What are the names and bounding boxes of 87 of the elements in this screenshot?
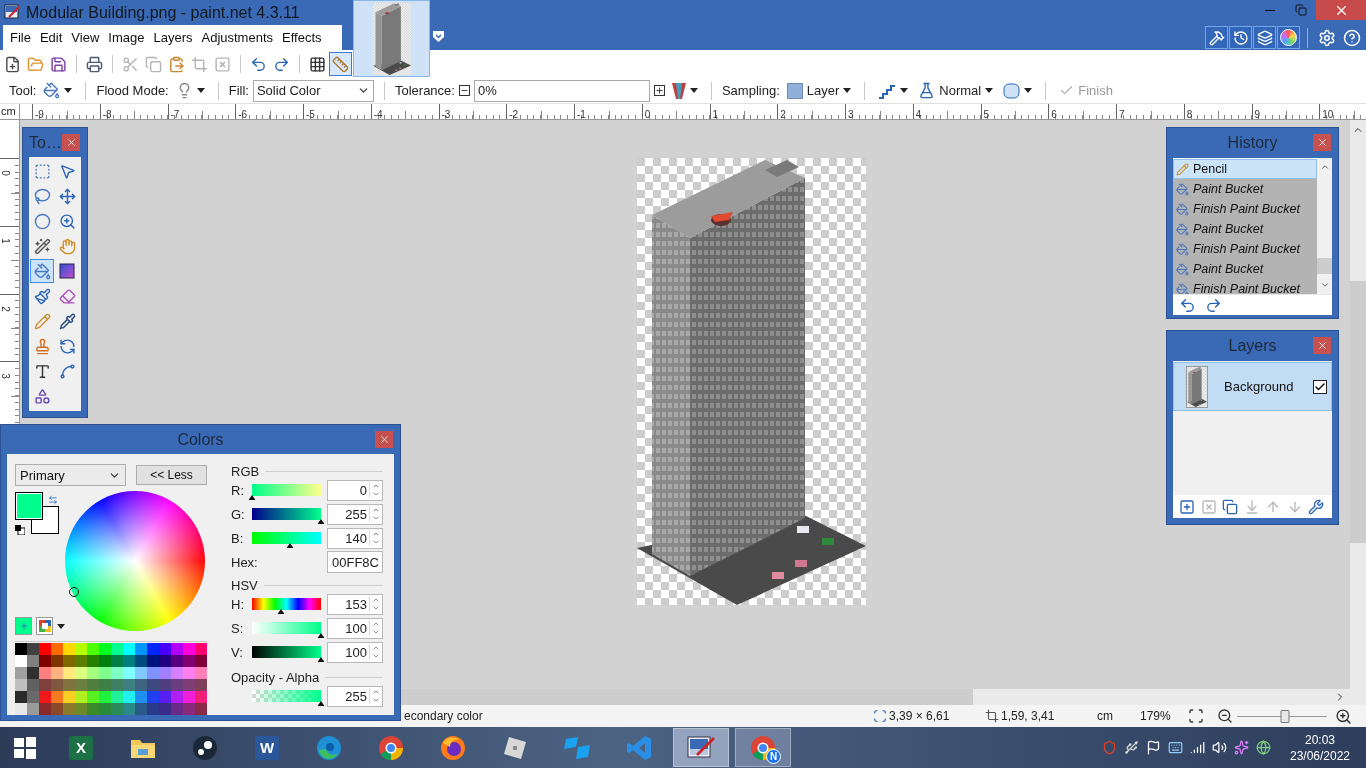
hex-label: Hex: [231,554,259,570]
channel-label: B: [231,530,245,546]
ruler-number: 10 [1322,110,1334,119]
flood-mode-label: Flood Mode: [96,83,169,98]
fill-dropdown[interactable]: Solid Color [252,79,374,102]
channel-label: G: [231,506,246,522]
ruler-unit: cm [0,104,20,119]
section-heading: Opacity - Alpha [231,669,320,685]
section-heading: RGB [231,463,260,479]
ruler-number: 0 [0,170,10,176]
window-title: To… [29,133,62,152]
history-item[interactable]: Paint Bucket [1173,219,1317,239]
blend-mode-dropdown[interactable]: Normal [915,79,997,102]
number-field[interactable]: 255 [327,685,383,707]
number-field[interactable]: 100 [327,617,383,639]
ruler-number: -2 [509,110,519,119]
layer-item[interactable]: Background [1173,362,1332,411]
history-item[interactable]: Paint Bucket [1173,259,1317,279]
channel-label: S: [231,620,245,636]
zoom-level: 179% [1140,709,1171,723]
menu-item[interactable]: Adjustments [197,30,278,45]
clock-time: 20:03 [1305,731,1335,748]
tolerance-field[interactable]: 0% [473,79,650,102]
number-field[interactable]: 255 [327,503,383,525]
channel-label: H: [231,596,245,612]
ruler-number: -4 [373,110,383,119]
ruler-number: -5 [306,110,315,119]
cursor-position: 1,59, 3,41 [1001,709,1055,723]
fill-label: Fill: [228,83,249,98]
ruler-number: 6 [1051,110,1057,119]
selection-size: 3,39 × 6,61 [889,709,950,723]
tolerance-label: Tolerance: [394,83,455,98]
ruler-number: 1 [0,237,10,244]
history-item[interactable]: Paint Bucket [1173,179,1317,199]
history-item[interactable]: Finish Paint Bucket [1173,279,1317,294]
color-target-dropdown[interactable]: Primary [15,464,126,486]
menu-item[interactable]: View [67,30,104,45]
channel-label: R: [231,482,245,498]
ruler-number: 2 [780,110,786,119]
clock-date: 23/06/2022 [1289,747,1351,764]
window-title: Modular Building.png - paint.net 4.3.11 [26,4,300,22]
status-hint: econdary color [404,709,483,723]
menu-item[interactable]: Effects [278,30,326,45]
history-item[interactable]: Finish Paint Bucket [1173,239,1317,259]
ruler-number: -6 [238,110,248,119]
notification-badge: N [766,749,781,764]
ruler-number: 0 [644,110,651,119]
window-title: Layers [1228,336,1277,355]
ruler-number: 8 [1186,110,1193,119]
menu-item[interactable]: Image [104,30,149,45]
app-logo: X [69,735,93,760]
number-field[interactable]: 0 [327,479,383,501]
history-item[interactable]: Finish Paint Bucket [1173,199,1317,219]
number-field[interactable]: 153 [327,593,383,615]
hex-field[interactable]: 00FF8C [327,551,383,573]
taskbar-app-button[interactable]: X [53,728,109,767]
ruler-number: -8 [102,110,112,119]
ruler-number: 4 [915,110,922,119]
ruler-number: 5 [983,110,990,119]
ruler-number: 9 [1254,110,1261,119]
ruler-number: -3 [441,110,451,119]
ruler-number: 1 [712,110,719,119]
ruler-number: 7 [1119,110,1125,119]
ruler-number: -9 [35,110,44,119]
channel-label: V: [231,644,244,660]
ruler-number: 2 [0,305,10,312]
taskbar-app-button[interactable]: N [735,728,791,767]
ruler-number: 3 [848,110,854,119]
menu-item[interactable]: Layers [149,30,197,45]
menu-item[interactable]: File [6,30,35,45]
number-field[interactable]: 140 [327,527,383,549]
number-field[interactable]: 100 [327,641,383,663]
menu-item[interactable]: Edit [35,30,67,45]
history-item[interactable]: Pencil [1173,159,1317,179]
sampling-label: Sampling: [721,83,780,98]
ruler-number: -1 [577,110,586,119]
less-button[interactable]: << Less [136,465,207,485]
tool-label: Tool: [9,83,37,98]
app-logo: W [255,735,279,760]
unit-selector[interactable]: cm [1097,709,1113,723]
taskbar-app-button[interactable]: W [239,728,295,767]
window-title: Colors [177,430,224,449]
sampling-dropdown[interactable]: Layer [783,79,855,102]
window-title: History [1227,133,1278,152]
ruler-number: -7 [170,110,180,119]
ruler-number: 3 [0,373,10,380]
section-heading: HSV [231,577,258,593]
